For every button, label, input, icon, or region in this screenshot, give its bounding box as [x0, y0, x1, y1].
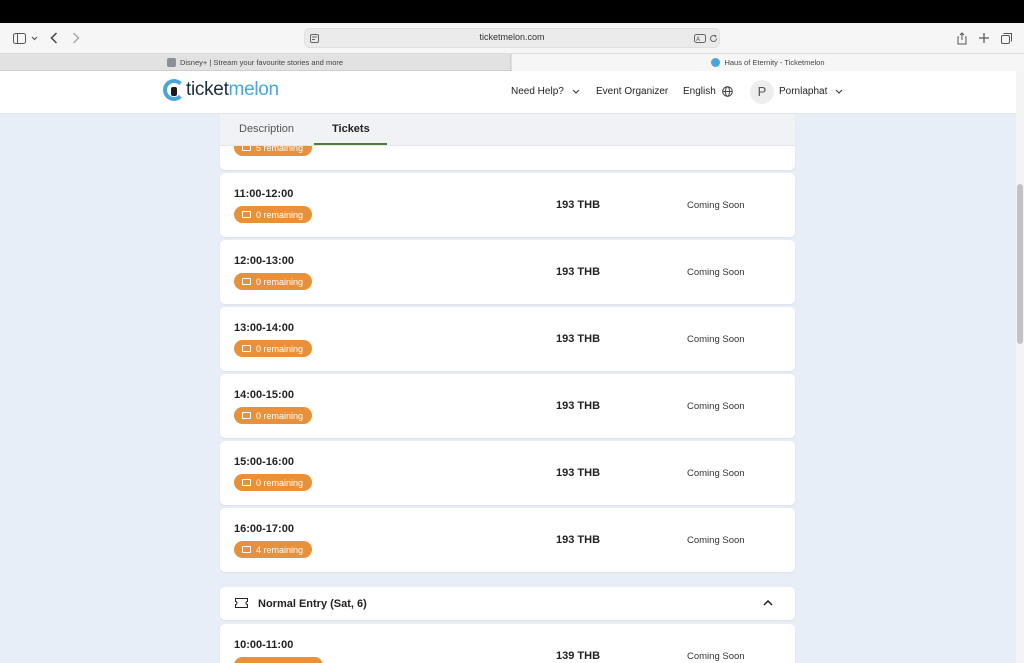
slot-time: 14:00-15:00 — [234, 389, 294, 401]
slot-status: Coming Soon — [687, 334, 745, 345]
slot-time: 16:00-17:00 — [234, 523, 294, 535]
reload-icon[interactable] — [708, 32, 718, 44]
ticket-row[interactable]: 13:00-14:00 0 remaining 193 THB Coming S… — [220, 307, 795, 371]
ticket-icon — [242, 278, 251, 285]
slot-status: Coming Soon — [687, 401, 745, 412]
tab-title: Disney+ | Stream your favourite stories … — [179, 58, 344, 67]
slot-time: 12:00-13:00 — [234, 255, 294, 267]
browser-tab-disney[interactable]: Disney+ | Stream your favourite stories … — [0, 54, 511, 71]
slot-price: 193 THB — [556, 199, 601, 211]
address-bar[interactable]: ticketmelon.com A — [304, 28, 720, 48]
slot-time: 11:00-12:00 — [234, 188, 294, 200]
slot-time: 15:00-16:00 — [234, 456, 294, 468]
ticket-row[interactable]: 15:00-16:00 0 remaining 193 THB Coming S… — [220, 441, 795, 505]
event-tabs: Description Tickets — [220, 114, 795, 146]
chevron-down-icon — [572, 89, 580, 94]
remaining-badge: 0 remaining — [234, 340, 313, 357]
event-organizer-link[interactable]: Event Organizer — [596, 86, 668, 97]
forward-icon[interactable] — [71, 30, 81, 46]
ticket-icon — [242, 546, 251, 553]
chevron-down-icon[interactable] — [30, 30, 38, 46]
browser-tab-strip: Disney+ | Stream your favourite stories … — [0, 54, 1024, 71]
slot-status: Coming Soon — [687, 267, 745, 278]
browser-tab-ticketmelon[interactable]: Haus of Eternity - Ticketmelon — [512, 54, 1024, 71]
ticket-row[interactable]: 16:00-17:00 4 remaining 193 THB Coming S… — [220, 508, 795, 572]
site-header: ticketmelon Need Help? Event Organizer E… — [0, 71, 1016, 114]
section-title: Normal Entry (Sat, 6) — [258, 598, 367, 610]
disney-favicon-icon — [166, 58, 176, 67]
tab-title: Haus of Eternity - Ticketmelon — [724, 58, 825, 67]
active-tab-indicator — [314, 143, 387, 145]
new-tab-icon[interactable] — [978, 30, 990, 46]
need-help-menu[interactable]: Need Help? — [511, 86, 580, 97]
browser-toolbar: ticketmelon.com A — [0, 23, 1024, 54]
ticket-row[interactable]: 11:00-12:00 0 remaining 193 THB Coming S… — [220, 173, 795, 237]
page-scrollbar[interactable] — [1016, 71, 1024, 663]
remaining-badge: 4 remaining — [234, 541, 313, 558]
ticket-row[interactable]: 12:00-13:00 0 remaining 193 THB Coming S… — [220, 240, 795, 304]
tab-overview-icon[interactable] — [1000, 30, 1012, 46]
remaining-badge: 0 remaining — [234, 407, 313, 424]
share-icon[interactable] — [956, 30, 968, 46]
logo-mark-icon — [163, 79, 185, 101]
system-menu-bar — [0, 0, 1024, 23]
language-selector[interactable]: English — [683, 86, 733, 97]
chevron-down-icon — [835, 89, 843, 94]
slot-price: 139 THB — [556, 650, 601, 662]
avatar[interactable]: P — [750, 80, 774, 104]
slot-price: 193 THB — [556, 534, 601, 546]
ticket-icon — [235, 598, 248, 608]
slot-time: 13:00-14:00 — [234, 322, 294, 334]
url-text[interactable]: ticketmelon.com — [305, 32, 719, 42]
slot-price: 193 THB — [556, 400, 601, 412]
slot-time: 10:00-11:00 — [234, 639, 294, 651]
svg-text:A: A — [696, 36, 701, 43]
ticket-icon — [242, 479, 251, 486]
remaining-badge: 0 remaining — [234, 474, 313, 491]
ticket-row[interactable]: 14:00-15:00 0 remaining 193 THB Coming S… — [220, 374, 795, 438]
translate-icon[interactable]: A — [694, 32, 706, 44]
tab-description[interactable]: Description — [239, 123, 294, 135]
back-icon[interactable] — [49, 30, 59, 46]
slot-status: Coming Soon — [687, 535, 745, 546]
ticketmelon-logo[interactable]: ticketmelon — [163, 79, 279, 101]
slot-price: 193 THB — [556, 333, 601, 345]
remaining-badge: 0 remaining — [234, 206, 313, 223]
user-menu[interactable]: Pornlaphat — [779, 86, 843, 97]
slot-status: Coming Soon — [687, 468, 745, 479]
ticketmelon-favicon-icon — [711, 58, 721, 67]
slot-status: Coming Soon — [687, 200, 745, 211]
ticket-row[interactable]: 10:00-11:00 139 THB Coming Soon — [220, 624, 795, 663]
slot-status: Coming Soon — [687, 651, 745, 662]
ticket-icon — [242, 345, 251, 352]
sidebar-toggle-icon[interactable] — [12, 30, 26, 46]
ticket-icon — [242, 412, 251, 419]
tab-tickets[interactable]: Tickets — [332, 123, 370, 135]
ticket-icon — [242, 211, 251, 218]
remaining-badge: 0 remaining — [234, 273, 313, 290]
globe-icon — [722, 86, 733, 97]
scrollbar-thumb[interactable] — [1017, 184, 1023, 344]
remaining-badge — [234, 657, 323, 663]
section-header-normal-entry[interactable]: Normal Entry (Sat, 6) — [220, 587, 795, 620]
chevron-up-icon[interactable] — [763, 600, 773, 606]
slot-price: 193 THB — [556, 266, 601, 278]
slot-price: 193 THB — [556, 467, 601, 479]
